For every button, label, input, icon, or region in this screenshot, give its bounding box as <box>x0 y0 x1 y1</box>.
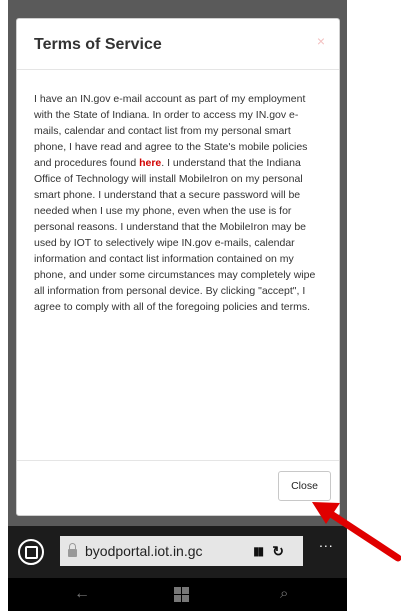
browser-address-bar: byodportal.iot.in.gc ▮▮ ↻ ... <box>8 526 347 578</box>
url-field[interactable]: byodportal.iot.in.gc ▮▮ ↻ <box>60 536 303 566</box>
windows-start-icon[interactable] <box>174 587 189 602</box>
close-x-icon[interactable]: × <box>317 33 325 49</box>
modal-header: Terms of Service × <box>17 19 339 70</box>
lock-icon <box>68 543 77 557</box>
system-nav-bar: ← ⌕ <box>8 578 347 611</box>
url-text: byodportal.iot.in.gc <box>85 543 203 559</box>
modal-title: Terms of Service <box>34 36 162 53</box>
terms-modal: Terms of Service × I have an IN.gov e-ma… <box>16 18 340 516</box>
terms-text: I have an IN.gov e-mail account as part … <box>34 91 324 315</box>
terms-text-part2: . I understand that the Indiana Office o… <box>34 157 316 313</box>
reading-view-icon[interactable]: ▮▮ <box>253 544 264 558</box>
phone-frame: Terms of Service × I have an IN.gov e-ma… <box>8 0 347 611</box>
search-icon[interactable]: ⌕ <box>280 585 288 602</box>
page-overlay: Terms of Service × I have an IN.gov e-ma… <box>8 0 347 526</box>
more-menu-icon[interactable]: ... <box>319 534 334 550</box>
back-arrow-icon[interactable]: ← <box>74 585 90 603</box>
policies-link[interactable]: here <box>139 157 161 169</box>
modal-footer-divider <box>17 460 339 461</box>
close-button[interactable]: Close <box>278 471 331 501</box>
tabs-icon[interactable] <box>18 539 44 565</box>
refresh-icon[interactable]: ↻ <box>272 543 284 560</box>
